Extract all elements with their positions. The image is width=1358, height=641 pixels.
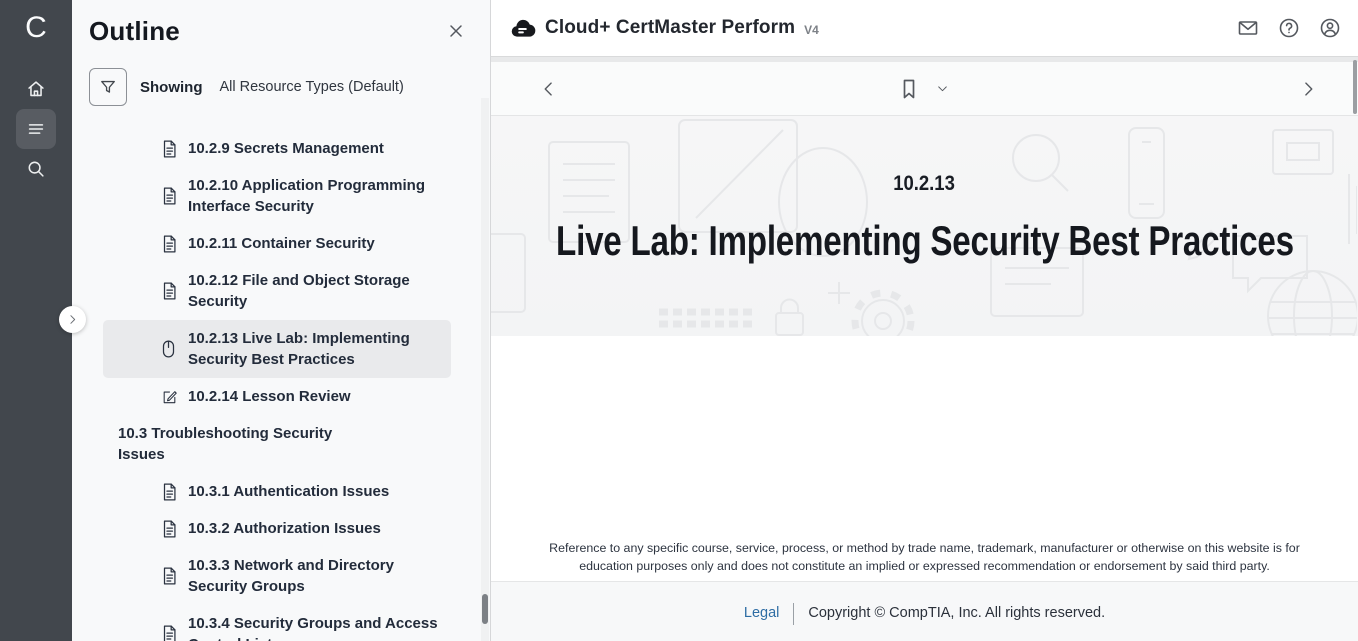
outline-item[interactable]: 10.2.14 Lesson Review [103, 378, 451, 415]
outline-item-label: 10.2.14 Lesson Review [188, 386, 351, 407]
outline-item-label: 10.2.11 Container Security [188, 233, 375, 254]
lesson-toolbar [491, 62, 1358, 116]
document-icon [161, 566, 178, 586]
outline-section-header[interactable]: 10.3 Troubleshooting Security Issues [103, 415, 451, 473]
comptia-logo: C [25, 13, 47, 43]
footer-divider [793, 603, 794, 625]
document-icon [161, 234, 178, 254]
app-root: C Outline [0, 0, 1358, 641]
outline-title: Outline [89, 16, 180, 47]
outline-item-label: 10.3.1 Authentication Issues [188, 481, 389, 502]
home-icon [25, 78, 47, 100]
cloud-icon [509, 15, 536, 42]
chevron-right-icon [1298, 79, 1318, 99]
chevron-left-icon [539, 79, 559, 99]
legal-link[interactable]: Legal [744, 605, 779, 621]
lesson-number: 10.2.13 [894, 172, 956, 196]
outline-item[interactable]: 10.2.10 Application Programming Interfac… [103, 167, 451, 225]
bookmark-button[interactable] [899, 77, 919, 101]
document-icon [161, 482, 178, 502]
outline-item[interactable]: 10.2.11 Container Security [103, 225, 451, 262]
profile-icon [1318, 16, 1342, 40]
product-title: Cloud+ CertMaster Perform [545, 17, 795, 39]
collapse-outline-button[interactable] [59, 306, 86, 333]
trademark-disclaimer: Reference to any specific course, servic… [534, 539, 1316, 575]
content-scrollbar-thumb[interactable] [1353, 60, 1357, 114]
outline-item[interactable]: 10.3.3 Network and Directory Security Gr… [103, 547, 451, 605]
outline-icon [25, 118, 47, 140]
outline-item-label: 10.2.9 Secrets Management [188, 138, 384, 159]
lesson-hero: 10.2.13 Live Lab: Implementing Security … [491, 116, 1358, 336]
document-icon [161, 186, 178, 206]
search-icon [25, 158, 47, 180]
help-icon [1277, 16, 1301, 40]
home-button[interactable] [16, 69, 56, 109]
outline-scrollbar-thumb[interactable] [482, 594, 488, 624]
edit-icon [161, 387, 178, 407]
lesson-title: Live Lab: Implementing Security Best Pra… [556, 217, 1294, 265]
previous-page-button[interactable] [539, 79, 559, 99]
outline-item-label: 10.3.4 Security Groups and Access Contro… [188, 613, 441, 641]
outline-item[interactable]: 10.3.4 Security Groups and Access Contro… [103, 605, 451, 641]
filter-row: Showing All Resource Types (Default) [89, 68, 490, 106]
profile-button[interactable] [1318, 16, 1342, 40]
filter-button[interactable] [89, 68, 127, 106]
app-header: Cloud+ CertMaster Perform V4 [491, 0, 1358, 57]
document-icon [161, 519, 178, 539]
copyright-text: Copyright © CompTIA, Inc. All rights res… [808, 605, 1105, 621]
outline-item-label: 10.3.2 Authorization Issues [188, 518, 381, 539]
document-icon [161, 139, 178, 159]
mail-icon [1236, 16, 1260, 40]
mail-button[interactable] [1236, 16, 1260, 40]
outline-item[interactable]: 10.2.9 Secrets Management [103, 130, 451, 167]
outline-item-label: 10.3.3 Network and Directory Security Gr… [188, 555, 441, 597]
page-footer: Legal Copyright © CompTIA, Inc. All righ… [491, 581, 1358, 641]
document-icon [161, 624, 178, 641]
mouse-icon [161, 339, 178, 359]
close-outline-button[interactable] [446, 21, 466, 41]
close-icon [446, 21, 466, 41]
search-button[interactable] [16, 149, 56, 189]
document-icon [161, 281, 178, 301]
outline-item[interactable]: 10.3.1 Authentication Issues [103, 473, 451, 510]
chevron-down-icon [936, 82, 949, 95]
filter-value[interactable]: All Resource Types (Default) [220, 79, 404, 95]
outline-item[interactable]: 10.3.2 Authorization Issues [103, 510, 451, 547]
outline-list: 10.2.9 Secrets Management 10.2.10 Applica… [72, 130, 490, 641]
bookmark-menu-button[interactable] [936, 82, 949, 95]
outline-item-label: 10.2.13 Live Lab: Implementing Security … [188, 328, 441, 370]
chevron-right-icon [66, 313, 79, 326]
help-button[interactable] [1277, 16, 1301, 40]
filter-label: Showing [140, 79, 203, 96]
outline-item[interactable]: 10.2.12 File and Object Storage Security [103, 262, 451, 320]
filter-funnel-icon [98, 77, 118, 97]
next-page-button[interactable] [1298, 79, 1318, 99]
outline-item-label: 10.2.12 File and Object Storage Security [188, 270, 441, 312]
main-area: Cloud+ CertMaster Perform V4 [491, 0, 1358, 641]
outline-item[interactable]: 10.2.13 Live Lab: Implementing Security … [103, 320, 451, 378]
outline-panel: Outline Showing All Resource Types (Defa… [72, 0, 491, 641]
bookmark-icon [899, 77, 919, 101]
product-version: V4 [804, 23, 819, 37]
outline-item-label: 10.3 Troubleshooting Security Issues [118, 423, 382, 465]
outline-item-label: 10.2.10 Application Programming Interfac… [188, 175, 441, 217]
outline-menu-button[interactable] [16, 109, 56, 149]
outline-scrollbar[interactable] [481, 98, 489, 641]
